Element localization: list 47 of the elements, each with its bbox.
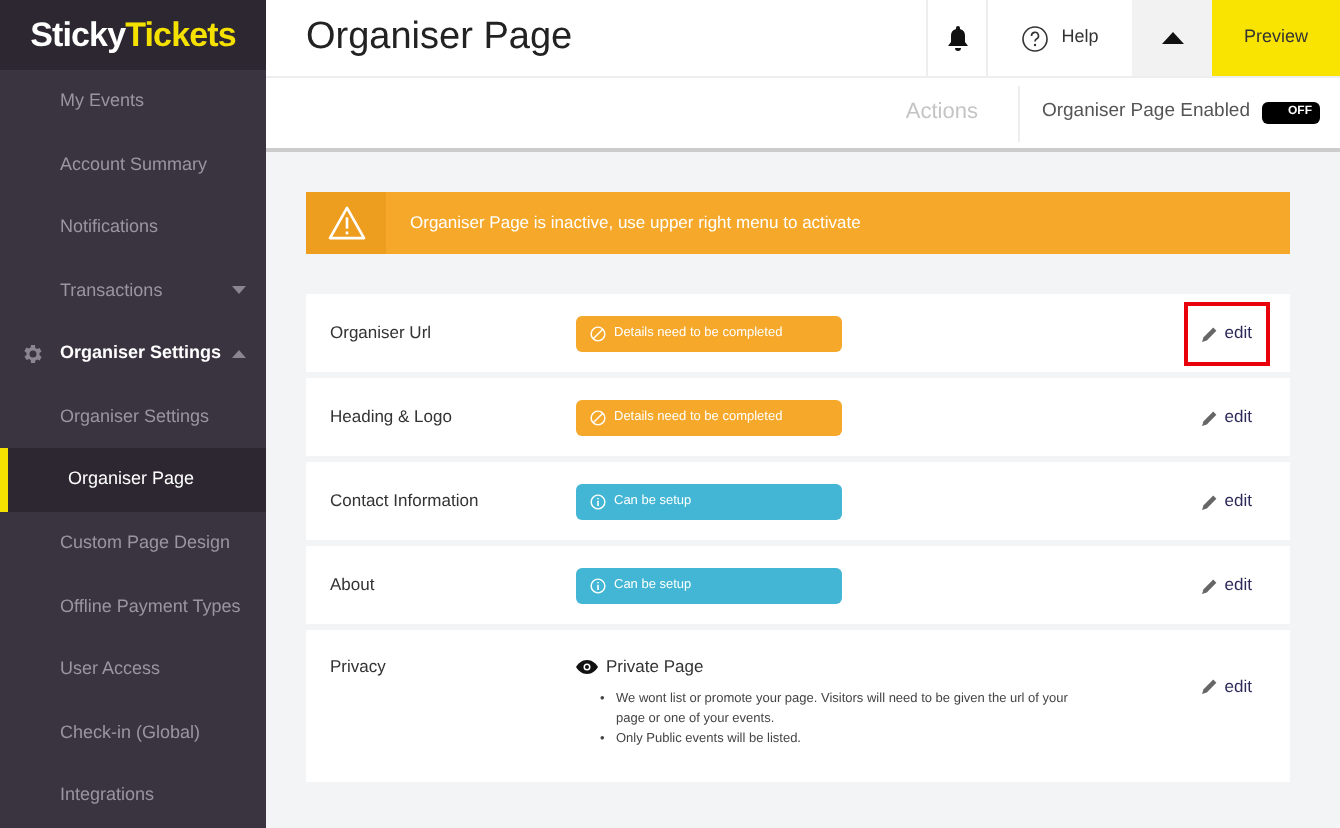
sidebar-item[interactable]: Organiser Settings (0, 322, 266, 386)
pencil-icon (1202, 493, 1219, 509)
eye-icon (576, 659, 598, 674)
privacy-status: Private Page (606, 654, 704, 680)
edit-link[interactable]: edit (1184, 301, 1270, 365)
sidebar-item[interactable]: Offline Payment Types (0, 575, 266, 639)
toggle-label: Organiser Page Enabled (1041, 98, 1250, 127)
blocked-icon (590, 325, 606, 341)
logo[interactable]: StickyTickets (0, 0, 266, 70)
row-label: About (330, 572, 377, 598)
menu-toggle-button[interactable] (1132, 0, 1212, 76)
sidebar-item[interactable]: Organiser Page (0, 448, 266, 513)
caret-icon (232, 350, 246, 359)
sidebar-item[interactable]: Integrations (0, 764, 266, 828)
actions-label: Actions (905, 98, 980, 129)
alert-text: Organiser Page is inactive, use upper right menu to activate (408, 210, 861, 236)
sidebar-item[interactable]: User Access (0, 638, 266, 702)
help-icon (1021, 25, 1048, 51)
row-label: Privacy (330, 654, 388, 680)
page-title: Organiser Page (304, 13, 575, 62)
sidebar-item[interactable]: Notifications (0, 196, 266, 260)
sidebar-item[interactable]: Account Summary (0, 132, 266, 197)
row-label: Organiser Url (330, 320, 434, 346)
info-icon (590, 577, 606, 593)
sidebar-item[interactable]: Custom Page Design (0, 512, 266, 576)
info-icon (590, 493, 606, 509)
edit-link[interactable]: edit (1184, 553, 1270, 617)
bell-icon (945, 25, 969, 51)
edit-link[interactable]: edit (1184, 654, 1270, 718)
blocked-icon (590, 409, 606, 425)
sidebar-item[interactable]: Organiser Settings (0, 385, 266, 449)
preview-button[interactable]: Preview (1212, 0, 1340, 76)
edit-link[interactable]: edit (1184, 385, 1270, 449)
pencil-icon (1202, 325, 1219, 341)
gear-icon (20, 342, 44, 367)
pencil-icon (1202, 409, 1219, 425)
sidebar-item[interactable]: My Events (0, 69, 266, 133)
row-label: Contact Information (330, 488, 481, 514)
sidebar-item[interactable]: Check-in (Global) (0, 701, 266, 765)
row-label: Heading & Logo (330, 404, 454, 430)
caret-icon (1161, 32, 1183, 44)
pencil-icon (1202, 577, 1219, 593)
caret-icon (232, 286, 246, 295)
sidebar-item[interactable]: Transactions (0, 259, 266, 323)
warning-icon (327, 206, 365, 240)
edit-link[interactable]: edit (1184, 469, 1270, 533)
pencil-icon (1202, 678, 1219, 694)
